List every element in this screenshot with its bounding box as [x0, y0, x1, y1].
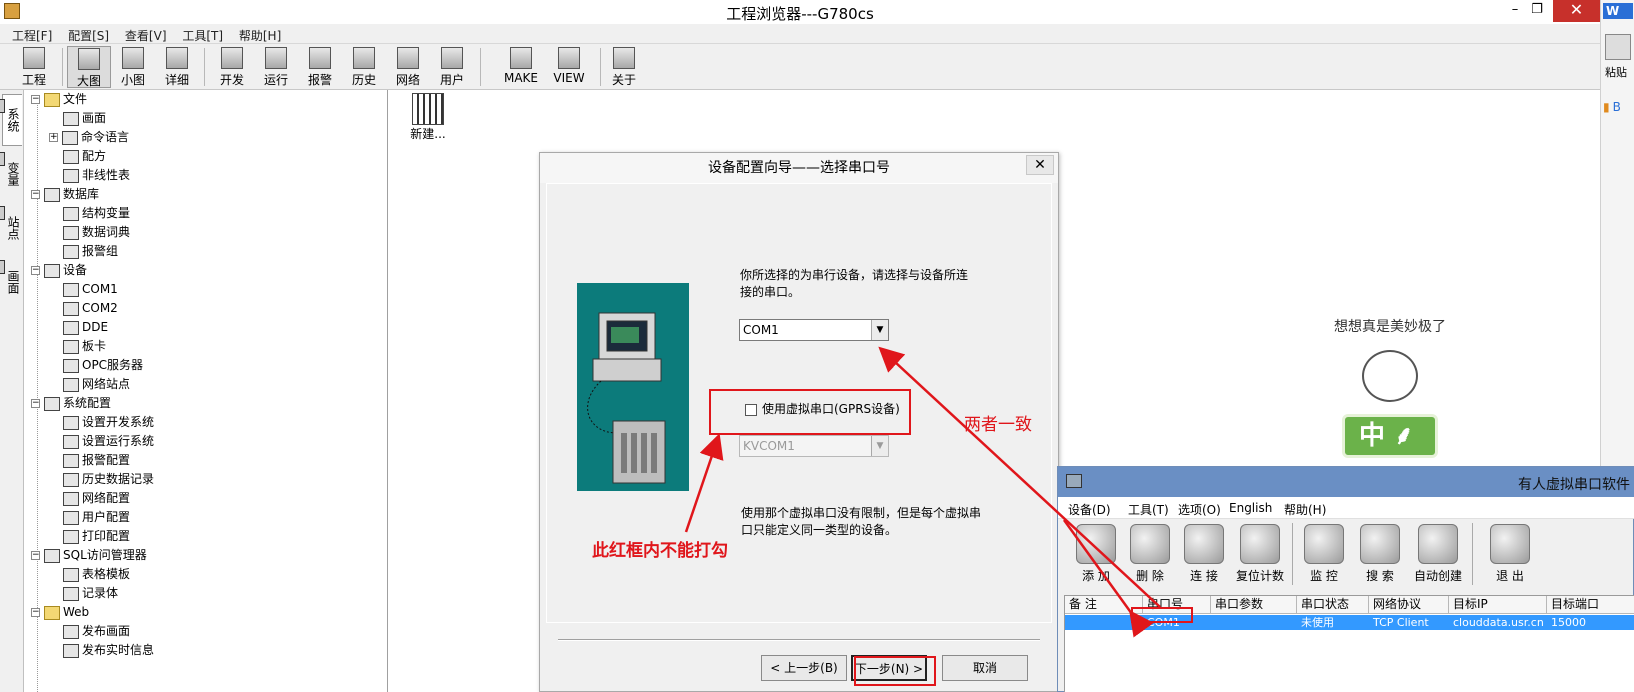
- arrow-to-checkbox: [684, 433, 724, 533]
- arrow-from-usr-row: [1062, 519, 1154, 638]
- annotation-match: 两者一致: [964, 415, 1032, 435]
- annotation-arrows: [684, 346, 1161, 638]
- annotation-no-check: 此红框内不能打勾: [592, 541, 728, 561]
- arrow-to-com1-select: [878, 346, 1161, 608]
